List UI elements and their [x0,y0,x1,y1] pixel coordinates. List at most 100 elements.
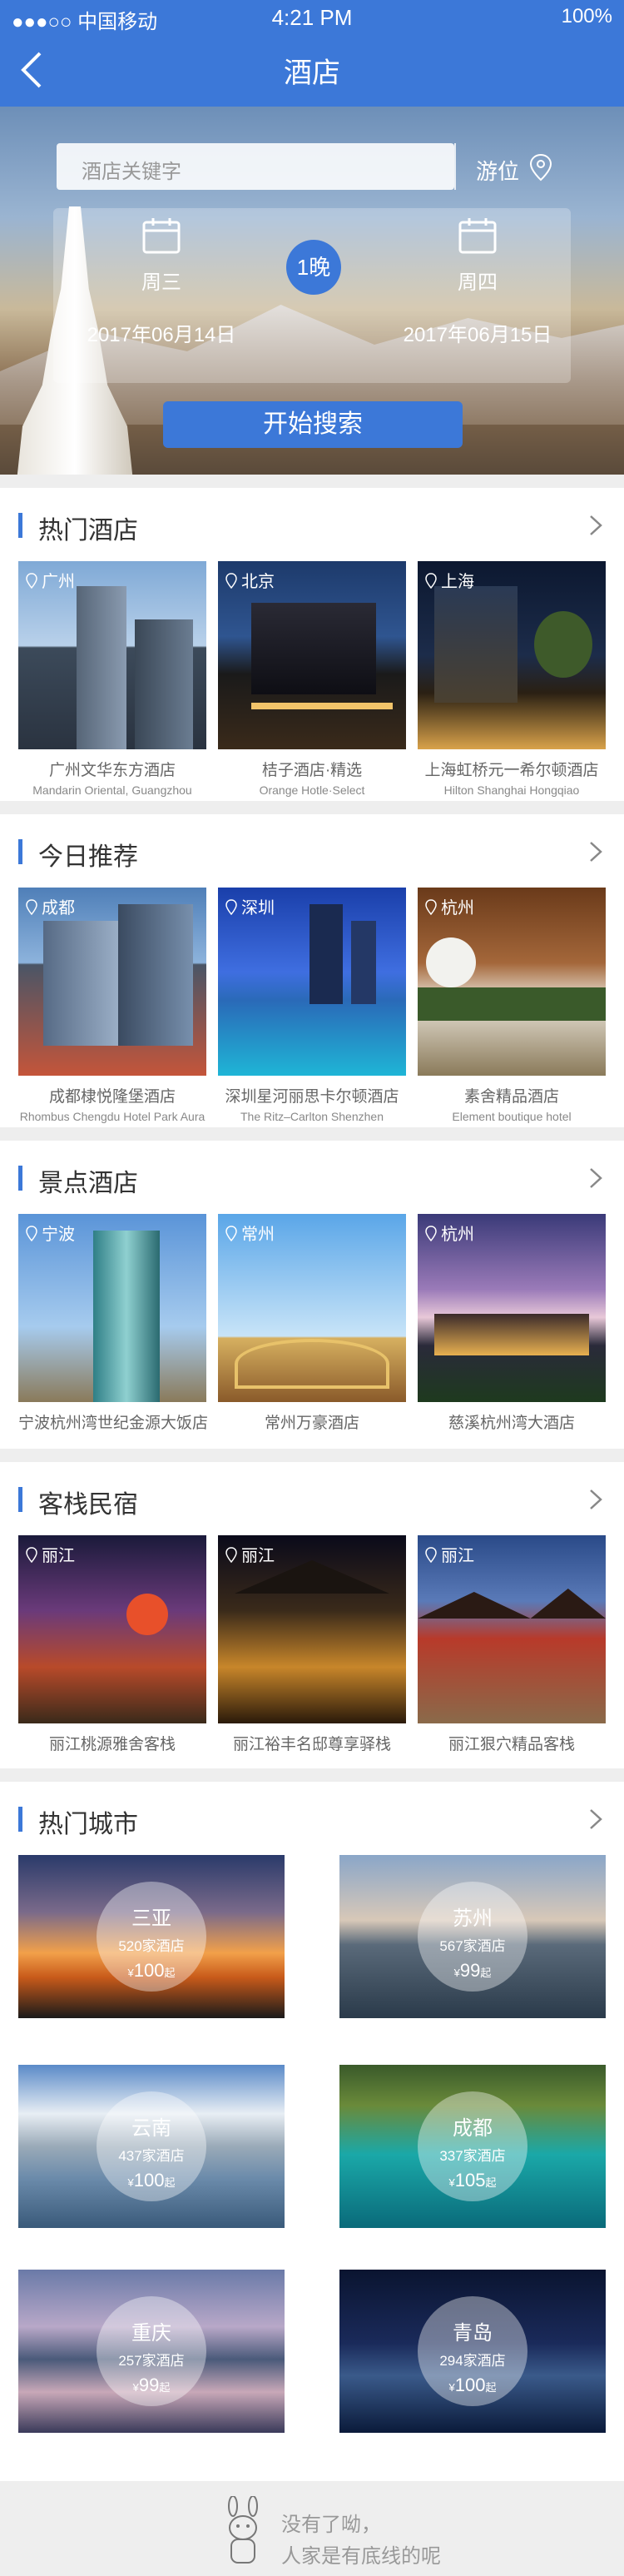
city-tag: 杭州 [424,1221,474,1245]
hotel-photo: 广州 [18,561,206,749]
city-name: 上海 [441,573,474,591]
section-title: 今日推荐 [38,843,138,871]
city-tile[interactable]: 苏州 567家酒店 ¥99起 [339,1855,606,2018]
hotel-card[interactable]: 常州 常州万豪酒店 [218,1214,406,1433]
location-pin-icon [225,1226,237,1242]
section-title: 客栈民宿 [38,1491,138,1519]
city-name: 苏州 [453,1907,493,1930]
footer-text-line2: 人家是有底线的呢 [281,2545,441,2568]
end-of-list-footer: 没有了呦， 人家是有底线的呢 [0,2481,624,2576]
checkout-date-picker[interactable]: 周四 2017年06月15日 [394,216,561,347]
locate-label: 游位 [476,159,520,184]
checkout-weekday: 周四 [458,271,498,294]
chevron-right-icon [590,1168,602,1188]
start-search-button[interactable]: 开始搜索 [163,401,463,448]
section-accent-bar [18,513,22,538]
min-price: ¥100起 [448,2375,497,2395]
city-tile[interactable]: 三亚 520家酒店 ¥100起 [18,1855,285,2018]
inn-card[interactable]: 丽江 丽江狠穴精品客栈 [418,1535,606,1754]
today-recommend-section: 今日推荐 成都 成都棣悦隆堡酒店 Rhombus Chengdu Hotel P… [0,814,624,1127]
city-tag: 常州 [225,1221,275,1245]
location-pin-icon [425,573,437,589]
city-tile[interactable]: 青岛 294家酒店 ¥100起 [339,2270,606,2433]
city-tile[interactable]: 成都 337家酒店 ¥105起 [339,2065,606,2228]
city-tile[interactable]: 云南 437家酒店 ¥100起 [18,2065,285,2228]
location-pin-icon [26,1547,37,1564]
hotel-card[interactable]: 杭州 慈溪杭州湾大酒店 [418,1214,606,1433]
locate-button[interactable]: 游位 [454,143,567,190]
calendar-icon [142,218,181,254]
location-pin-icon [26,899,37,916]
hotel-card[interactable]: 广州 广州文华东方酒店 Mandarin Oriental, Guangzhou [18,561,206,797]
hotel-card[interactable]: 上海 上海虹桥元一希尔顿酒店 Hilton Shanghai Hongqiao [418,561,606,797]
city-badge: 重庆 257家酒店 ¥99起 [97,2296,206,2406]
battery-level: 100% [561,5,612,27]
city-tile[interactable]: 重庆 257家酒店 ¥99起 [18,2270,285,2433]
city-badge: 三亚 520家酒店 ¥100起 [97,1882,206,1992]
hot-hotels-section: 热门酒店 广州 广州文华东方酒店 Mandarin Oriental, Guan… [0,488,624,801]
chevron-right-icon [590,842,602,862]
chevron-right-icon [590,515,602,535]
min-price: ¥105起 [448,2170,497,2191]
city-tag: 广州 [25,568,75,592]
location-pin-icon [225,1547,237,1564]
hotel-count: 437家酒店 [118,2148,185,2164]
inns-section: 客栈民宿 丽江 丽江桃源雅舍客栈 丽江 丽江裕丰名邸尊享驿栈 丽江 丽江狠穴精品… [0,1462,624,1775]
city-tag: 深圳 [225,894,275,918]
hotel-card[interactable]: 成都 成都棣悦隆堡酒店 Rhombus Chengdu Hotel Park A… [18,888,206,1123]
city-tag: 北京 [225,568,275,592]
hotel-count: 257家酒店 [118,2353,185,2369]
hotel-name: 宁波杭州湾世纪金源大饭店 [18,1415,209,1432]
city-tag: 丽江 [25,1542,75,1566]
hotel-name: 上海虹桥元一希尔顿酒店 [424,762,599,779]
donkey-mascot-icon [228,2496,258,2564]
hotel-name: 常州万豪酒店 [264,1415,359,1432]
inn-card[interactable]: 丽江 丽江桃源雅舍客栈 [18,1535,206,1754]
section-header[interactable]: 景点酒店 [0,1141,624,1214]
section-header[interactable]: 今日推荐 [0,814,624,888]
city-name: 三亚 [131,1907,171,1930]
city-name: 成都 [453,2117,493,2140]
hotel-name-en: The Ritz–Carlton Shenzhen [240,1110,384,1123]
search-placeholder: 酒店关键字 [82,161,181,183]
section-header[interactable]: 热门城市 [0,1782,624,1855]
hotel-name-en: Hilton Shanghai Hongqiao [443,783,580,797]
section-accent-bar [18,839,22,864]
search-hero: 酒店关键字 游位 周三 2017年06月14日 1晚 周四 2017年06月15… [0,107,624,475]
section-header[interactable]: 客栈民宿 [0,1462,624,1535]
hotel-card[interactable]: 北京 桔子酒店·精选 Orange Hotle·Select [218,561,406,797]
section-accent-bar [18,1807,22,1832]
hotel-card[interactable]: 杭州 素舍精品酒店 Element boutique hotel [418,888,606,1123]
city-name: 北京 [241,573,275,591]
location-pin-icon [225,573,237,589]
section-header[interactable]: 热门酒店 [0,488,624,561]
footer-text-line1: 没有了呦， [281,2514,381,2536]
section-title: 景点酒店 [38,1170,138,1197]
city-name: 云南 [131,2117,171,2140]
section-accent-bar [18,1166,22,1191]
city-name: 杭州 [441,899,474,918]
calendar-icon [458,218,497,254]
location-pin-icon [26,1226,37,1242]
city-name: 丽江 [241,1547,275,1565]
hotel-card[interactable]: 深圳 深圳星河丽思卡尔顿酒店 The Ritz–Carlton Shenzhen [218,888,406,1123]
search-input[interactable]: 酒店关键字 [57,143,454,190]
city-name: 广州 [42,573,75,591]
hotel-count: 337家酒店 [439,2148,506,2164]
city-name: 成都 [42,899,75,918]
chevron-right-icon [590,1489,602,1509]
hotel-photo: 宁波 [18,1214,206,1402]
min-price: ¥99起 [453,1960,492,1981]
location-pin-icon [529,153,552,182]
hotel-name: 深圳星河丽思卡尔顿酒店 [225,1088,399,1106]
checkin-date-picker[interactable]: 周三 2017年06月14日 [78,216,245,347]
city-name: 杭州 [441,1226,474,1244]
hotel-name-en: Rhombus Chengdu Hotel Park Aura [19,1110,206,1123]
section-title: 热门城市 [38,1811,138,1838]
hotel-card[interactable]: 宁波 宁波杭州湾世纪金源大饭店 [18,1214,209,1433]
section-accent-bar [18,1487,22,1512]
location-pin-icon [425,1226,437,1242]
inn-card[interactable]: 丽江 丽江裕丰名邸尊享驿栈 [218,1535,406,1754]
date-selector: 周三 2017年06月14日 1晚 周四 2017年06月15日 [53,208,571,383]
hotel-photo: 杭州 [418,888,606,1076]
